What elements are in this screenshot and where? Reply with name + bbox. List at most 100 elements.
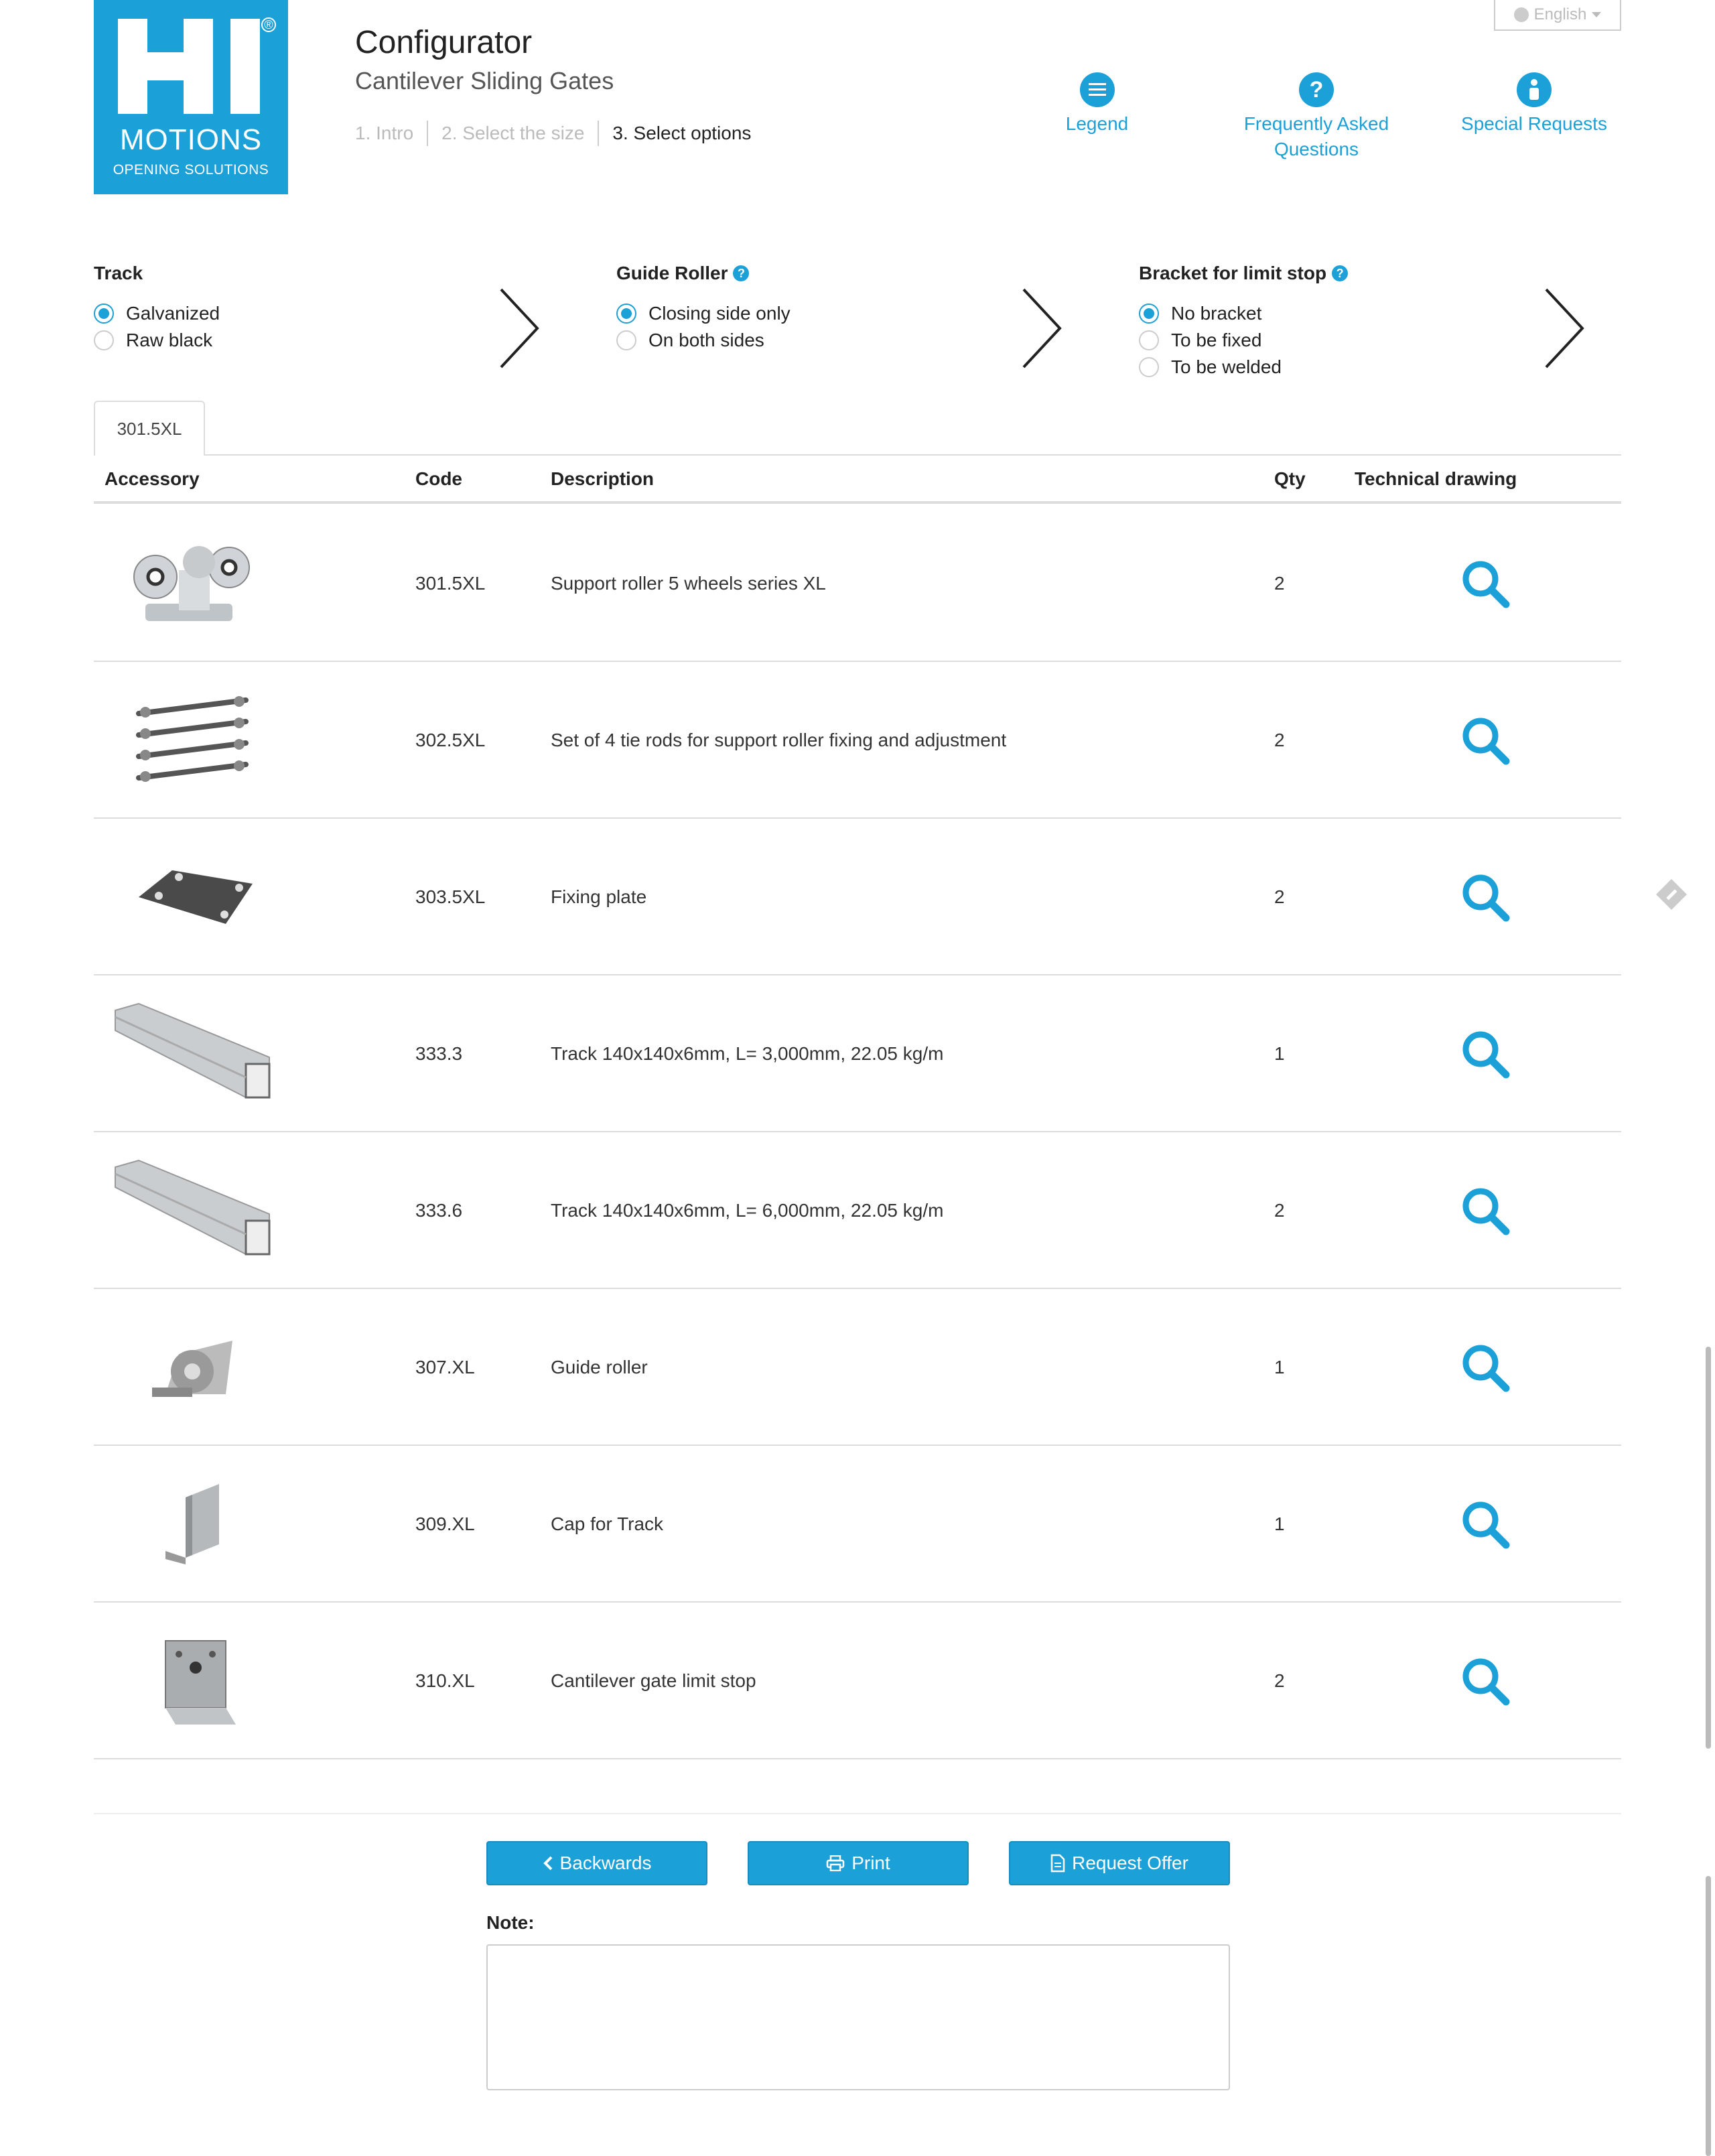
hi-motions-logo[interactable]: ® MOTIONS OPENING SOLUTIONS	[94, 0, 288, 194]
logo-motions-text: MOTIONS	[119, 123, 263, 156]
chevron-left-icon	[543, 1856, 552, 1871]
magnifier-icon[interactable]	[1460, 1186, 1511, 1237]
limit-stop-image	[102, 1615, 283, 1747]
accessory-qty: 2	[1274, 730, 1285, 750]
col-accessory: Accessory	[105, 468, 200, 489]
accessory-code: 333.3	[415, 1043, 463, 1064]
magnifier-icon[interactable]	[1460, 1343, 1511, 1394]
table-header: Accessory Code Description Qty Technical…	[94, 456, 1621, 504]
magnifier-icon[interactable]	[1460, 872, 1511, 923]
language-dropdown[interactable]: English	[1494, 0, 1621, 31]
registered-mark: ®	[261, 17, 276, 32]
step-intro[interactable]: 1. Intro	[355, 121, 427, 146]
hi-logo-mark	[118, 19, 260, 114]
document-icon	[1050, 1854, 1065, 1873]
magnifier-icon[interactable]	[1460, 1499, 1511, 1550]
faq-label-line2: Questions	[1274, 139, 1359, 159]
printer-icon	[826, 1855, 845, 1871]
col-qty: Qty	[1274, 468, 1306, 489]
accessory-qty: 1	[1274, 1043, 1285, 1064]
help-icon[interactable]: ?	[1332, 265, 1349, 281]
accessory-code: 309.XL	[415, 1513, 475, 1534]
accessory-code: 333.6	[415, 1200, 463, 1221]
magnifier-icon[interactable]	[1460, 559, 1511, 610]
tab-301-5xl[interactable]: 301.5XL	[94, 401, 205, 456]
backwards-button[interactable]: Backwards	[486, 1841, 707, 1885]
track-title: Track	[94, 263, 143, 283]
step-select-options[interactable]: 3. Select options	[598, 121, 764, 146]
guide-option-closing-side[interactable]: Closing side only	[616, 300, 791, 327]
option-label: Raw black	[126, 330, 213, 350]
guide-roller-image	[102, 1301, 283, 1434]
guide-option-both-sides[interactable]: On both sides	[616, 327, 791, 354]
list-icon	[1079, 72, 1115, 107]
print-button[interactable]: Print	[748, 1841, 969, 1885]
radio-checked[interactable]	[616, 304, 636, 324]
note-label: Note:	[486, 1912, 535, 1933]
scrollbar-thumb-secondary[interactable]	[1706, 1876, 1711, 2156]
accessory-qty: 1	[1274, 1513, 1285, 1534]
table-row: 310.XL Cantilever gate limit stop 2	[94, 1603, 1621, 1759]
radio-checked[interactable]	[94, 304, 114, 324]
page-subtitle: Cantilever Sliding Gates	[355, 67, 614, 94]
radio-unchecked[interactable]	[94, 330, 114, 350]
accessory-code: 310.XL	[415, 1670, 475, 1691]
step-select-size[interactable]: 2. Select the size	[427, 121, 598, 146]
accessory-qty: 2	[1274, 1200, 1285, 1221]
request-offer-button[interactable]: Request Offer	[1009, 1841, 1230, 1885]
chevron-right-icon	[500, 288, 539, 368]
bracket-option-welded[interactable]: To be welded	[1139, 354, 1348, 381]
track-cap-image	[102, 1458, 283, 1591]
track-3m-image	[102, 988, 283, 1120]
radio-unchecked[interactable]	[1139, 357, 1159, 377]
accessory-code: 307.XL	[415, 1357, 475, 1377]
option-label: No bracket	[1171, 303, 1262, 324]
help-icon[interactable]: ?	[733, 265, 750, 281]
radio-unchecked[interactable]	[616, 330, 636, 350]
col-description: Description	[551, 468, 655, 489]
footer-divider	[94, 1813, 1621, 1814]
col-technical-drawing: Technical drawing	[1355, 468, 1517, 489]
tie-rods-image	[102, 674, 283, 807]
table-row: 307.XL Guide roller 1	[94, 1289, 1621, 1446]
faq-label-line1: Frequently Asked	[1243, 113, 1389, 134]
accessory-description: Track 140x140x6mm, L= 3,000mm, 22.05 kg/…	[551, 1043, 944, 1064]
magnifier-icon[interactable]	[1460, 1656, 1511, 1707]
track-options: Track Galvanized Raw black	[94, 261, 220, 354]
bracket-option-none[interactable]: No bracket	[1139, 300, 1348, 327]
track-option-galvanized[interactable]: Galvanized	[94, 300, 220, 327]
language-label: English	[1533, 5, 1587, 23]
accessory-qty: 2	[1274, 573, 1285, 594]
radio-unchecked[interactable]	[1139, 330, 1159, 350]
chevron-right-icon	[1545, 288, 1584, 368]
info-person-icon	[1517, 72, 1552, 107]
special-requests-link[interactable]: Special Requests	[1440, 72, 1628, 137]
legend-link[interactable]: Legend	[1025, 72, 1169, 137]
accessory-description: Cap for Track	[551, 1513, 664, 1534]
option-label: Closing side only	[648, 303, 791, 324]
scrollbar-thumb[interactable]	[1706, 1347, 1711, 1749]
guide-roller-options: Guide Roller? Closing side only On both …	[616, 261, 791, 354]
magnifier-icon[interactable]	[1460, 1029, 1511, 1080]
track-option-raw-black[interactable]: Raw black	[94, 327, 220, 354]
table-row: 333.6 Track 140x140x6mm, L= 6,000mm, 22.…	[94, 1132, 1621, 1289]
table-row: 309.XL Cap for Track 1	[94, 1446, 1621, 1603]
wizard-steps: 1. Intro 2. Select the size 3. Select op…	[355, 121, 764, 146]
accessory-description: Track 140x140x6mm, L= 6,000mm, 22.05 kg/…	[551, 1200, 944, 1221]
option-label: To be welded	[1171, 356, 1282, 377]
bracket-option-fixed[interactable]: To be fixed	[1139, 327, 1348, 354]
tag-icon[interactable]	[1655, 878, 1688, 911]
accessory-description: Set of 4 tie rods for support roller fix…	[551, 730, 1007, 750]
question-icon: ?	[1299, 72, 1334, 107]
radio-checked[interactable]	[1139, 304, 1159, 324]
request-offer-label: Request Offer	[1072, 1852, 1188, 1873]
backwards-label: Backwards	[559, 1852, 652, 1873]
support-roller-image	[102, 517, 283, 650]
magnifier-icon[interactable]	[1460, 716, 1511, 766]
accessory-qty: 1	[1274, 1357, 1285, 1377]
note-textarea[interactable]	[486, 1944, 1230, 2090]
faq-link[interactable]: ? Frequently Asked Questions	[1206, 72, 1427, 162]
option-label: To be fixed	[1171, 330, 1262, 350]
accessory-code: 302.5XL	[415, 730, 486, 750]
accessory-code: 301.5XL	[415, 573, 486, 594]
